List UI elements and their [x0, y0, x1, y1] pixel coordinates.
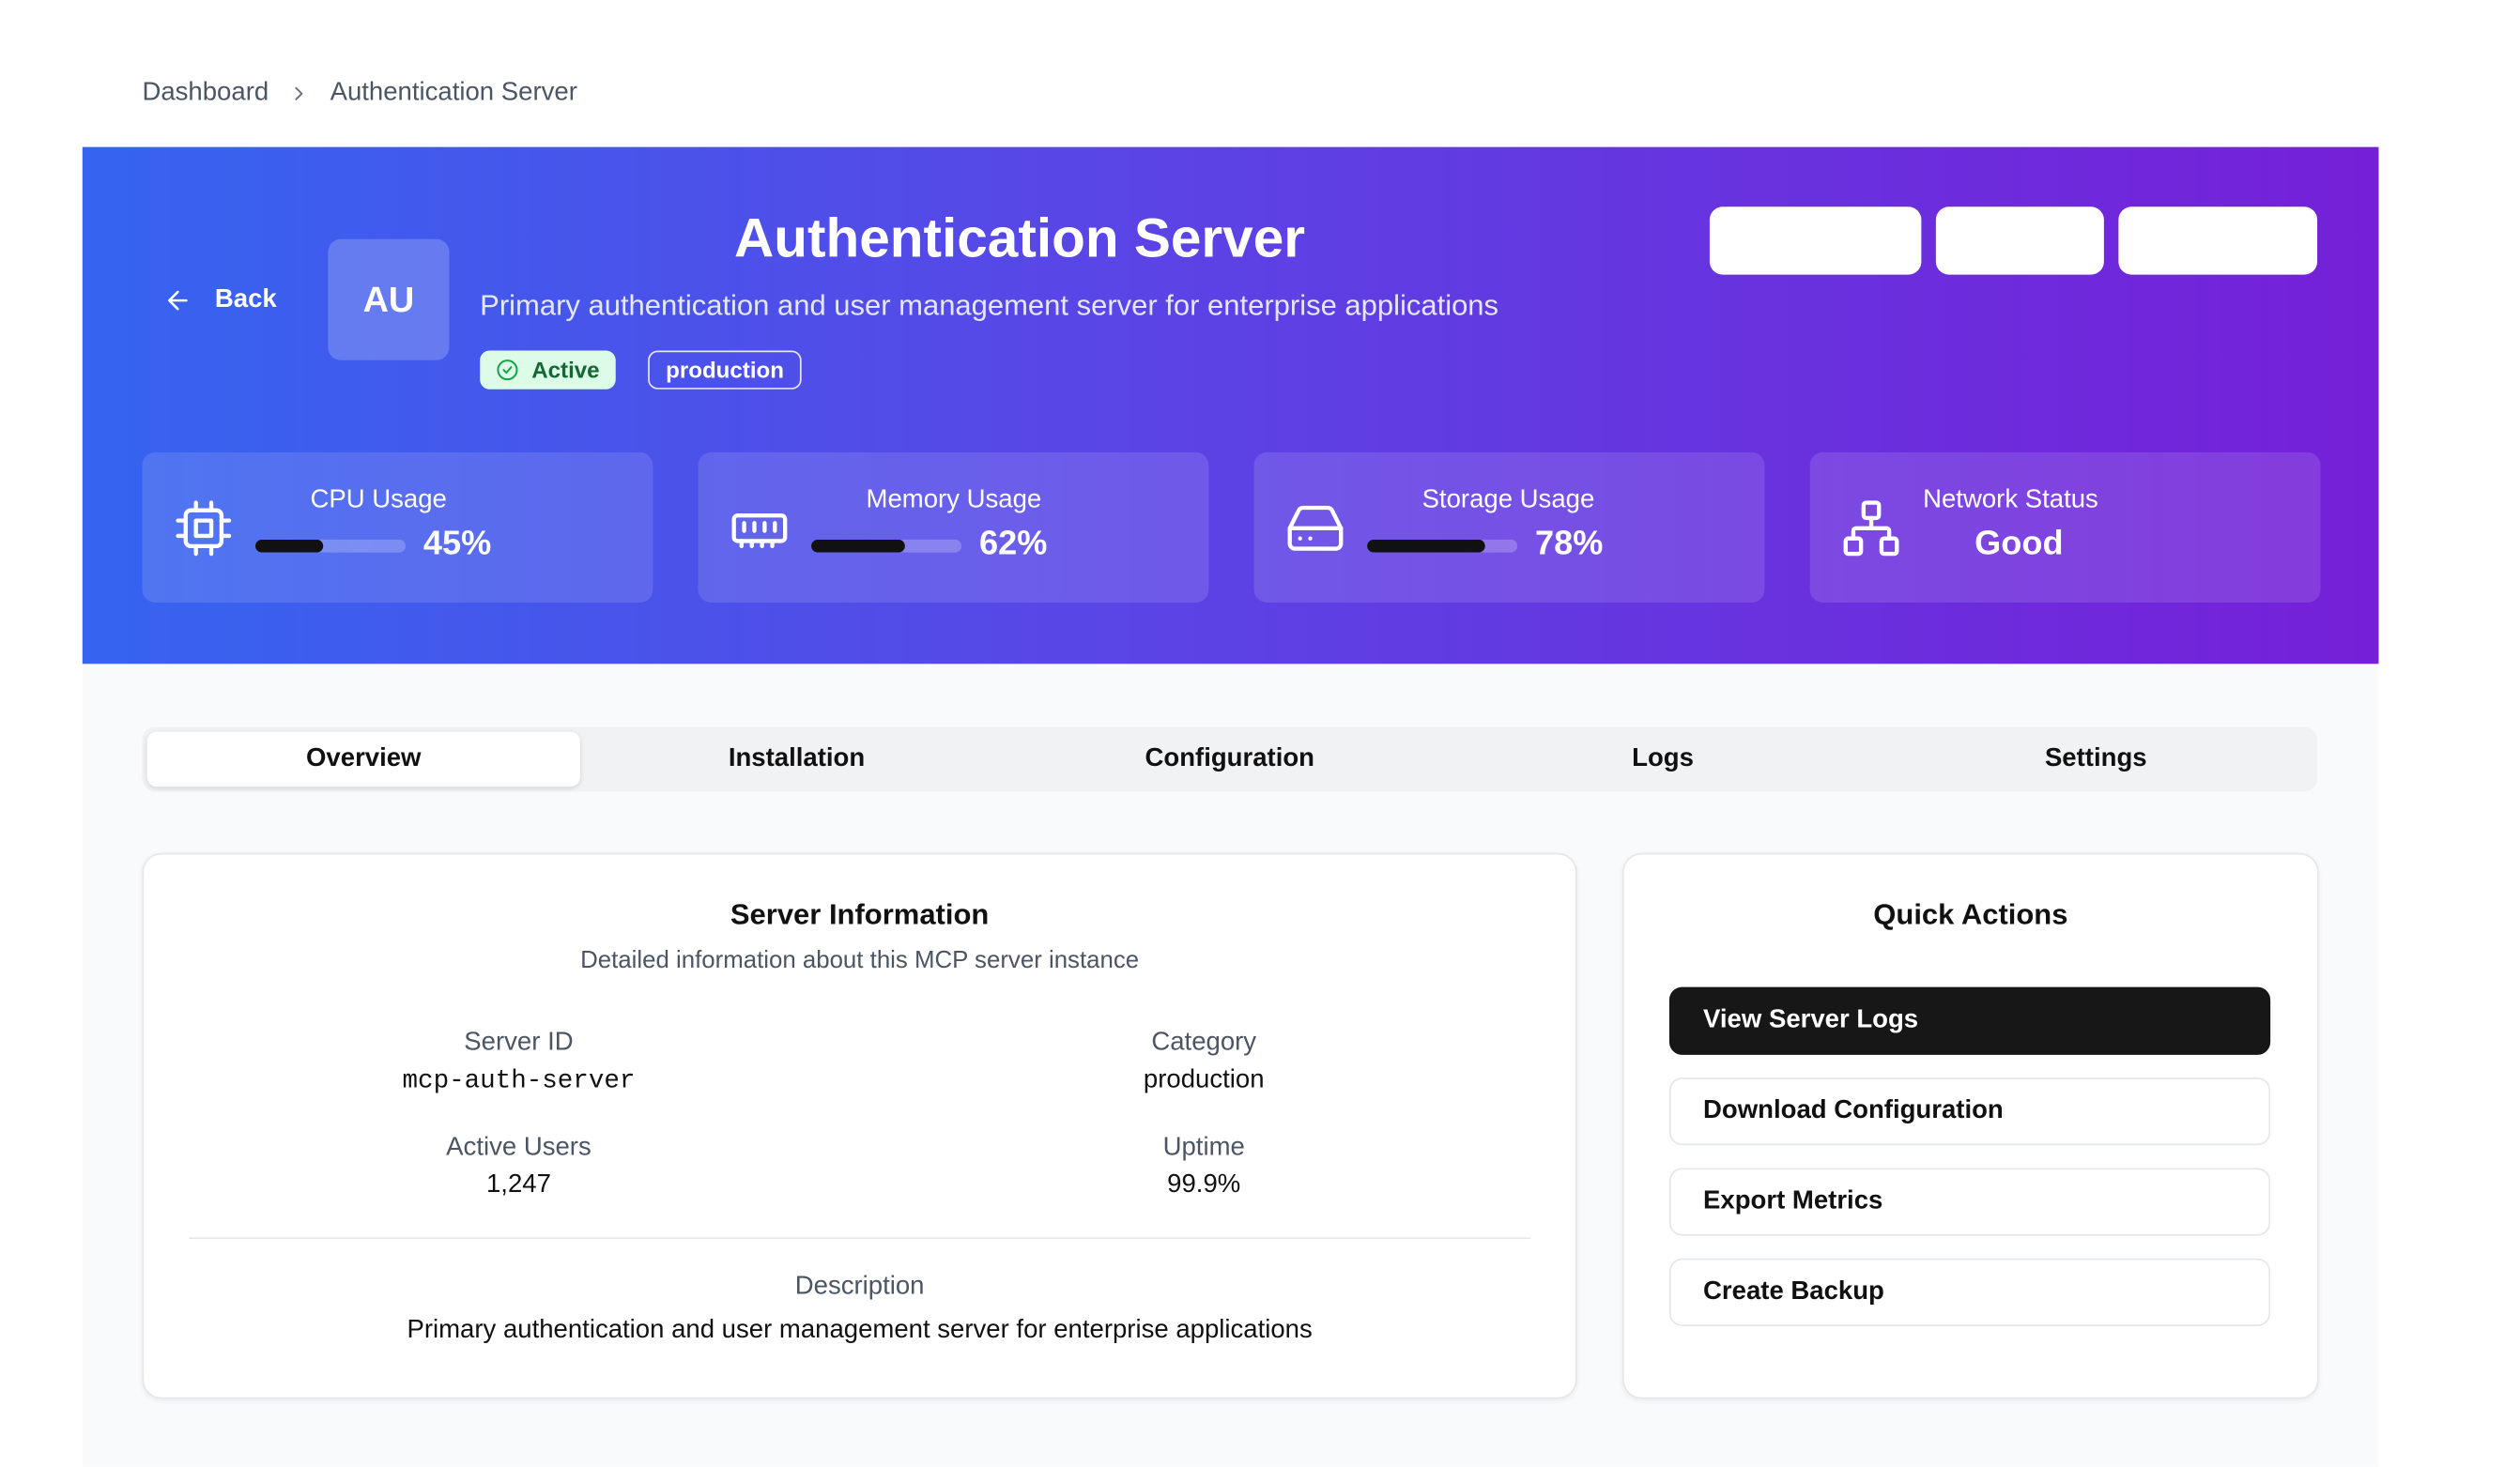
header-action-button-1[interactable]	[1709, 206, 1922, 275]
card-title: Quick Actions	[1873, 897, 2068, 931]
uptime-label: Uptime	[1162, 1134, 1245, 1162]
breadcrumb: Dashboard Authentication Server	[142, 79, 576, 108]
server-header: Back AU Authentication Server Primary au…	[82, 146, 2379, 665]
server-id-field: Server ID mcp-auth-server	[276, 1029, 761, 1095]
memory-progress-fill	[810, 539, 905, 553]
metric-value: Good	[1975, 525, 2064, 562]
metric-label: Memory Usage	[866, 486, 1042, 514]
category-value: production	[1143, 1065, 1265, 1094]
server-avatar: AU	[328, 238, 450, 360]
metric-label: Storage Usage	[1421, 486, 1595, 514]
category-badge: production	[648, 350, 802, 390]
card-subtitle: Detailed information about this MCP serv…	[580, 946, 1140, 974]
header-action-button-3[interactable]	[2118, 206, 2318, 275]
page: Dashboard Authentication Server Back AU …	[0, 0, 2520, 1467]
header-badges: Active production	[480, 350, 802, 390]
metric-value: 78%	[1535, 525, 1604, 562]
header-actions	[1709, 206, 2318, 275]
divider	[189, 1237, 1530, 1240]
category-label: Category	[1151, 1029, 1257, 1057]
quick-actions-card: Quick Actions View Server Logs Download …	[1621, 852, 2319, 1399]
status-badge-label: Active	[531, 357, 600, 383]
tab-configuration[interactable]: Configuration	[1013, 732, 1446, 787]
metric-label: CPU Usage	[310, 486, 447, 514]
server-id-value: mcp-auth-server	[402, 1065, 636, 1095]
tab-installation[interactable]: Installation	[580, 732, 1013, 787]
metric-cpu-usage: CPU Usage 45%	[142, 451, 653, 603]
server-id-label: Server ID	[464, 1029, 574, 1057]
active-users-label: Active Users	[446, 1134, 592, 1162]
storage-progress-bar	[1367, 539, 1518, 553]
check-circle-icon	[497, 359, 518, 381]
storage-progress-fill	[1367, 539, 1484, 553]
metrics-row: CPU Usage 45% Memory Usage 62% Storage U	[142, 451, 2321, 603]
description-label: Description	[794, 1273, 925, 1301]
page-subtitle: Primary authentication and user manageme…	[480, 289, 1499, 322]
export-metrics-button[interactable]: Export Metrics	[1668, 1168, 2271, 1236]
server-information-card: Server Information Detailed information …	[142, 852, 1577, 1399]
uptime-value: 99.9%	[1167, 1170, 1241, 1200]
back-label: Back	[214, 285, 277, 313]
category-field: Category production	[961, 1029, 1446, 1095]
chevron-right-icon	[295, 86, 303, 100]
metric-label: Network Status	[1923, 486, 2098, 514]
memory-progress-bar	[810, 539, 962, 553]
breadcrumb-dashboard-link[interactable]: Dashboard	[142, 79, 269, 108]
view-server-logs-button[interactable]: View Server Logs	[1668, 986, 2271, 1055]
page-title: Authentication Server	[733, 208, 1306, 270]
tab-logs[interactable]: Logs	[1446, 732, 1879, 787]
create-backup-button[interactable]: Create Backup	[1668, 1258, 2271, 1327]
active-users-field: Active Users 1,247	[276, 1134, 761, 1200]
metric-value: 62%	[978, 525, 1048, 562]
arrow-left-icon	[167, 290, 188, 311]
cpu-progress-fill	[254, 539, 323, 553]
download-configuration-button[interactable]: Download Configuration	[1668, 1077, 2271, 1146]
active-users-value: 1,247	[485, 1170, 551, 1200]
header-action-button-2[interactable]	[1935, 206, 2104, 275]
tab-list: Overview Installation Configuration Logs…	[142, 726, 2318, 792]
breadcrumb-current: Authentication Server	[330, 79, 577, 107]
back-button[interactable]: Back	[163, 286, 277, 315]
card-title: Server Information	[730, 897, 990, 931]
tab-overview[interactable]: Overview	[146, 731, 580, 787]
status-badge: Active	[480, 350, 616, 390]
metric-memory-usage: Memory Usage 62%	[698, 451, 1209, 603]
description-field: Description Primary authentication and u…	[144, 1273, 1575, 1345]
tab-settings[interactable]: Settings	[1880, 732, 2313, 787]
uptime-field: Uptime 99.9%	[961, 1134, 1446, 1200]
metric-network-status: Network Status Good	[1809, 451, 2321, 603]
metric-value: 45%	[423, 525, 492, 562]
cpu-progress-bar	[254, 539, 406, 553]
description-value: Primary authentication and user manageme…	[407, 1316, 1313, 1344]
metric-storage-usage: Storage Usage 78%	[1253, 451, 1765, 603]
